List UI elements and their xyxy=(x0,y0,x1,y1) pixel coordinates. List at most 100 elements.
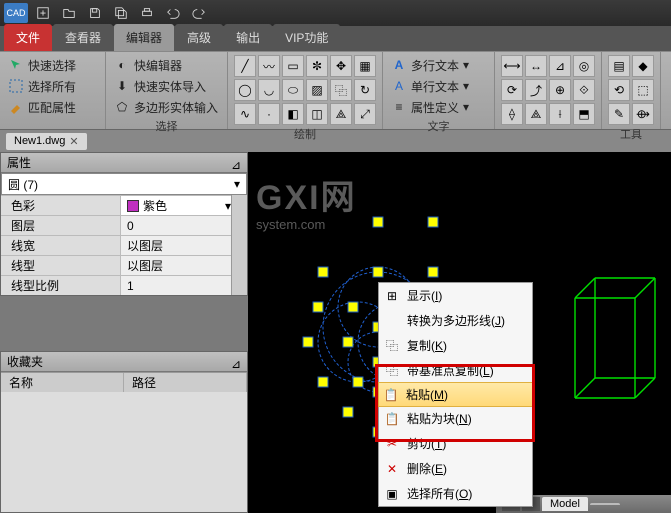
quick-editor[interactable]: ◐快编辑器 xyxy=(112,55,221,75)
polyline-icon[interactable]: 〰 xyxy=(258,55,280,77)
chevron-down-icon: ▾ xyxy=(463,79,469,93)
tool-grid: ▤ ◆ ⟲ ⬚ ✎ ⟴ xyxy=(608,55,654,125)
group-label-draw: 绘制 xyxy=(234,126,376,142)
quick-select[interactable]: 快速选择 xyxy=(6,55,99,75)
circle-icon[interactable]: ◯ xyxy=(234,79,256,101)
dim8-icon[interactable]: ⟐ xyxy=(573,79,595,101)
array-icon[interactable]: ▦ xyxy=(354,55,376,77)
prop-row: 线型比例1 xyxy=(1,275,231,295)
saveall-icon[interactable] xyxy=(110,3,132,23)
select-all-icon xyxy=(8,78,24,94)
properties-panel: 属性 ⊿ 圆 (7) ▾ 色彩紫色▾ 图层0 线宽以图层 线型以图层 线型比例1 xyxy=(0,152,248,296)
dim10-icon[interactable]: ⟁ xyxy=(525,103,547,125)
doc-tab[interactable]: New1.dwg ✕ xyxy=(6,133,87,150)
ribbon: 快速选择 选择所有 匹配属性 ◐快编辑器 ⬇快速实体导入 ⬠多边形实体输入 选择… xyxy=(0,52,671,130)
edit-icon: ◐ xyxy=(114,57,130,73)
entity-import[interactable]: ⬇快速实体导入 xyxy=(112,76,221,96)
attrdef[interactable]: ≡属性定义▾ xyxy=(389,97,488,117)
delete-icon: ✕ xyxy=(384,461,400,477)
mirror-icon[interactable]: ⟁ xyxy=(330,103,352,125)
gear-icon[interactable]: ✼ xyxy=(306,55,328,77)
t1-icon[interactable]: ▤ xyxy=(608,55,630,77)
ctx-select-all[interactable]: ▣选择所有(O) xyxy=(379,481,532,506)
t5-icon[interactable]: ✎ xyxy=(608,103,630,125)
hatch-icon[interactable]: ▨ xyxy=(306,79,328,101)
model-tab[interactable]: Model xyxy=(542,497,588,511)
chevron-down-icon: ▾ xyxy=(463,100,469,114)
side-panels: 属性 ⊿ 圆 (7) ▾ 色彩紫色▾ 图层0 线宽以图层 线型以图层 线型比例1 xyxy=(0,152,248,513)
group-label-text: 文字 xyxy=(389,118,488,134)
pin-icon[interactable]: ⊿ xyxy=(231,158,241,168)
ellipse-icon[interactable]: ⬭ xyxy=(282,79,304,101)
dim2-icon[interactable]: ↔ xyxy=(525,55,547,77)
tab-editor[interactable]: 编辑器 xyxy=(114,24,174,51)
selection-combo[interactable]: 圆 (7) ▾ xyxy=(1,173,247,195)
tab-vip[interactable]: VIP功能 xyxy=(273,24,340,51)
cut-icon: ✂ xyxy=(384,436,400,452)
polygon-input[interactable]: ⬠多边形实体输入 xyxy=(112,97,221,117)
print-icon[interactable] xyxy=(136,3,158,23)
t4-icon[interactable]: ⬚ xyxy=(632,79,654,101)
match-props[interactable]: 匹配属性 xyxy=(6,97,99,117)
open-icon[interactable] xyxy=(58,3,80,23)
ctx-copy[interactable]: ⿻复制(K) xyxy=(379,333,532,358)
copy-base-icon: ⿻ xyxy=(384,363,400,379)
spline-icon[interactable]: ∿ xyxy=(234,103,256,125)
app-logo: CAD xyxy=(4,3,28,23)
undo-icon[interactable] xyxy=(162,3,184,23)
line-icon[interactable]: ╱ xyxy=(234,55,256,77)
tab-file[interactable]: 文件 xyxy=(4,24,52,51)
region-icon[interactable]: ◧ xyxy=(282,103,304,125)
stext[interactable]: A单行文本▾ xyxy=(389,76,488,96)
ctx-copy-base[interactable]: ⿻带基准点复制(L) xyxy=(379,358,532,383)
dim12-icon[interactable]: ⬒ xyxy=(573,103,595,125)
panel-title: 收藏夹 xyxy=(7,353,43,370)
favorites-panel: 收藏夹 ⊿ 名称 路径 xyxy=(0,351,248,513)
block-icon[interactable]: ◫ xyxy=(306,103,328,125)
scale-icon[interactable]: ⤢ xyxy=(354,103,376,125)
t6-icon[interactable]: ⟴ xyxy=(632,103,654,125)
select-all[interactable]: 选择所有 xyxy=(6,76,99,96)
dim3-icon[interactable]: ⊿ xyxy=(549,55,571,77)
col-path[interactable]: 路径 xyxy=(124,373,247,392)
copy2-icon[interactable]: ⿻ xyxy=(330,79,352,101)
dim11-icon[interactable]: ⟊ xyxy=(549,103,571,125)
close-icon[interactable]: ✕ xyxy=(69,135,78,148)
save-icon[interactable] xyxy=(84,3,106,23)
t2-icon[interactable]: ◆ xyxy=(632,55,654,77)
ctx-cut[interactable]: ✂剪切(T) xyxy=(379,431,532,456)
ctx-paste-block[interactable]: 📋粘贴为块(N) xyxy=(379,406,532,431)
tab-output[interactable]: 输出 xyxy=(224,24,272,51)
chevron-down-icon: ▾ xyxy=(463,58,469,72)
polygon-icon: ⬠ xyxy=(114,99,130,115)
dim1-icon[interactable]: ⟷ xyxy=(501,55,523,77)
dim5-icon[interactable]: ⟳ xyxy=(501,79,523,101)
scrollbar[interactable] xyxy=(231,195,247,295)
arc-icon[interactable]: ◡ xyxy=(258,79,280,101)
redo-icon[interactable] xyxy=(188,3,210,23)
dim7-icon[interactable]: ⊕ xyxy=(549,79,571,101)
tab-viewer[interactable]: 查看器 xyxy=(53,24,113,51)
mtext[interactable]: A多行文本▾ xyxy=(389,55,488,75)
ctx-to-polyline[interactable]: 转换为多边形线(J) xyxy=(379,308,532,333)
chevron-down-icon: ▾ xyxy=(234,177,240,191)
layout-tab[interactable] xyxy=(590,503,620,505)
point-icon[interactable]: · xyxy=(258,103,280,125)
property-list: 色彩紫色▾ 图层0 线宽以图层 线型以图层 线型比例1 xyxy=(1,195,231,295)
dim6-icon[interactable]: ⤴ xyxy=(525,79,547,101)
menu-tabs: 文件 查看器 编辑器 高级 输出 VIP功能 xyxy=(0,26,671,52)
move-icon[interactable]: ✥ xyxy=(330,55,352,77)
rect-icon[interactable]: ▭ xyxy=(282,55,304,77)
pin-icon[interactable]: ⊿ xyxy=(231,357,241,367)
col-name[interactable]: 名称 xyxy=(1,373,124,392)
t3-icon[interactable]: ⟲ xyxy=(608,79,630,101)
dim4-icon[interactable]: ◎ xyxy=(573,55,595,77)
tab-advanced[interactable]: 高级 xyxy=(175,24,223,51)
prop-row: 线宽以图层 xyxy=(1,235,231,255)
dim9-icon[interactable]: ⟠ xyxy=(501,103,523,125)
ctx-display[interactable]: ⊞显示(I) xyxy=(379,283,532,308)
rotate-icon[interactable]: ↻ xyxy=(354,79,376,101)
new-icon[interactable] xyxy=(32,3,54,23)
ctx-delete[interactable]: ✕删除(E) xyxy=(379,456,532,481)
ctx-paste[interactable]: 📋粘贴(M) xyxy=(378,382,533,407)
